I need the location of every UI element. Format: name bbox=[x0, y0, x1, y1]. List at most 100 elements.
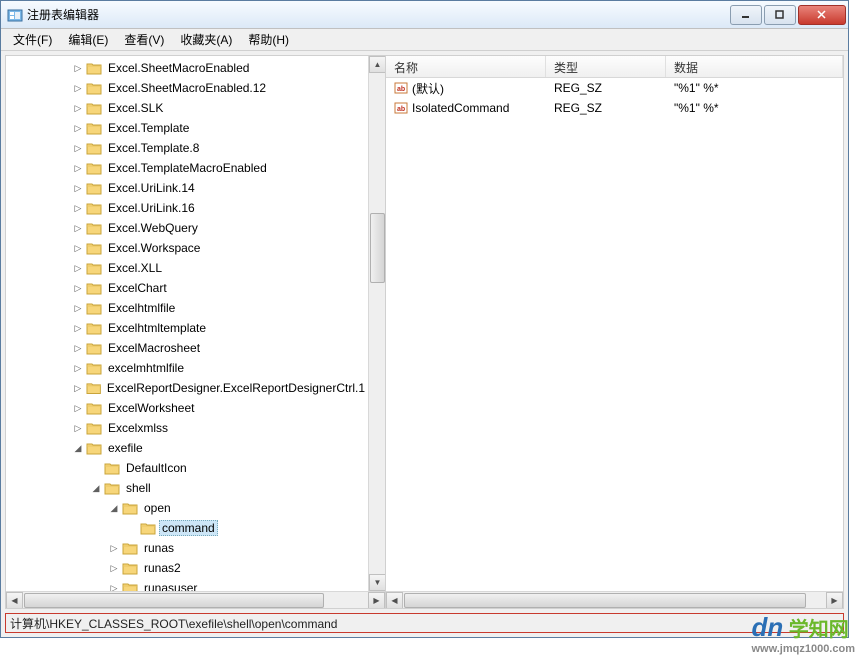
expander-icon[interactable]: ▷ bbox=[72, 302, 84, 314]
tree-item[interactable]: DefaultIcon bbox=[6, 458, 368, 478]
scroll-right-button[interactable]: ▶ bbox=[368, 592, 385, 609]
tree-item[interactable]: ▷runas bbox=[6, 538, 368, 558]
tree-item[interactable]: ▷ Excel.TemplateMacroEnabled bbox=[6, 158, 368, 178]
tree-item[interactable]: ▷Excel.UriLink.16 bbox=[6, 198, 368, 218]
tree-label: excelmhtmlfile bbox=[105, 360, 187, 376]
scroll-thumb-h[interactable] bbox=[24, 593, 324, 608]
tree-hscrollbar[interactable]: ◀ ▶ bbox=[6, 591, 385, 608]
expander-icon[interactable]: ▷ bbox=[72, 122, 84, 134]
tree-item[interactable]: ▷Excel.XLL bbox=[6, 258, 368, 278]
scroll-left-button[interactable]: ◀ bbox=[6, 592, 23, 609]
folder-icon bbox=[86, 441, 102, 455]
tree-item[interactable]: ▷Excelhtmlfile bbox=[6, 298, 368, 318]
tree-item[interactable]: ▷Excel.Template bbox=[6, 118, 368, 138]
col-type[interactable]: 类型 bbox=[546, 56, 666, 77]
status-path: 计算机\HKEY_CLASSES_ROOT\exefile\shell\open… bbox=[10, 615, 337, 632]
expander-icon[interactable]: ▷ bbox=[72, 242, 84, 254]
scroll-thumb-h[interactable] bbox=[404, 593, 806, 608]
expander-icon[interactable]: ◢ bbox=[72, 442, 84, 454]
scroll-up-button[interactable]: ▲ bbox=[369, 56, 385, 73]
expander-icon[interactable]: ▷ bbox=[108, 562, 120, 574]
expander-icon[interactable]: ▷ bbox=[72, 402, 84, 414]
scroll-track[interactable] bbox=[369, 73, 385, 574]
expander-icon[interactable]: ◢ bbox=[108, 502, 120, 514]
folder-icon bbox=[86, 221, 102, 235]
tree-item[interactable]: ▷ExcelReportDesigner.ExcelReportDesigner… bbox=[6, 378, 368, 398]
close-button[interactable] bbox=[798, 5, 846, 25]
scroll-track-h[interactable] bbox=[23, 592, 368, 609]
folder-icon bbox=[122, 541, 138, 555]
tree-item[interactable]: ▷ExcelChart bbox=[6, 278, 368, 298]
menu-favorites[interactable]: 收藏夹(A) bbox=[172, 29, 240, 50]
expander-icon[interactable]: ▷ bbox=[72, 62, 84, 74]
expander-icon[interactable]: ▷ bbox=[72, 362, 84, 374]
scroll-thumb[interactable] bbox=[370, 213, 385, 283]
expander-icon[interactable]: ▷ bbox=[72, 82, 84, 94]
tree-item[interactable]: ▷ runas2 bbox=[6, 558, 368, 578]
tree-item[interactable]: ▷Excel.SheetMacroEnabled bbox=[6, 58, 368, 78]
expander-icon[interactable]: ▷ bbox=[72, 102, 84, 114]
tree-item[interactable]: ▷ExcelWorksheet bbox=[6, 398, 368, 418]
tree-item[interactable]: ▷Excel.WebQuery bbox=[6, 218, 368, 238]
tree-item[interactable]: ◢shell bbox=[6, 478, 368, 498]
expander-icon[interactable]: ▷ bbox=[72, 282, 84, 294]
folder-icon bbox=[86, 361, 102, 375]
expander-icon[interactable]: ▷ bbox=[72, 322, 84, 334]
tree-label: runas2 bbox=[141, 560, 184, 576]
menu-help[interactable]: 帮助(H) bbox=[240, 29, 297, 50]
tree-label: Excel.TemplateMacroEnabled bbox=[105, 160, 270, 176]
expander-icon[interactable]: ◢ bbox=[90, 482, 102, 494]
maximize-button[interactable] bbox=[764, 5, 796, 25]
tree-item[interactable]: ▷runasuser bbox=[6, 578, 368, 591]
folder-icon bbox=[86, 401, 102, 415]
list-hscrollbar[interactable]: ◀ ▶ bbox=[386, 591, 843, 608]
list-row[interactable]: abIsolatedCommandREG_SZ"%1" %* bbox=[386, 98, 843, 118]
expander-icon[interactable]: ▷ bbox=[72, 202, 84, 214]
tree-label: DefaultIcon bbox=[123, 460, 190, 476]
tree-label: Excel.SLK bbox=[105, 100, 166, 116]
expander-icon[interactable] bbox=[90, 462, 102, 474]
scroll-right-button[interactable]: ▶ bbox=[826, 592, 843, 609]
watermark-url: www.jmqz1000.com bbox=[751, 643, 855, 655]
menu-view[interactable]: 查看(V) bbox=[116, 29, 172, 50]
expander-icon[interactable]: ▷ bbox=[72, 262, 84, 274]
scroll-left-button[interactable]: ◀ bbox=[386, 592, 403, 609]
list-row[interactable]: ab(默认)REG_SZ"%1" %* bbox=[386, 78, 843, 98]
expander-icon[interactable]: ▷ bbox=[72, 222, 84, 234]
expander-icon[interactable]: ▷ bbox=[108, 582, 120, 591]
tree-item[interactable]: ▷Excelxmlss bbox=[6, 418, 368, 438]
expander-icon[interactable]: ▷ bbox=[72, 382, 84, 394]
minimize-button[interactable] bbox=[730, 5, 762, 25]
col-data[interactable]: 数据 bbox=[666, 56, 843, 77]
expander-icon[interactable]: ▷ bbox=[72, 162, 84, 174]
tree-item[interactable]: ▷Excel.SheetMacroEnabled.12 bbox=[6, 78, 368, 98]
expander-icon[interactable]: ▷ bbox=[72, 422, 84, 434]
list-body[interactable]: ab(默认)REG_SZ"%1" %*abIsolatedCommandREG_… bbox=[386, 78, 843, 591]
tree-label: command bbox=[159, 520, 218, 536]
tree-item[interactable]: ▷Excel.Workspace bbox=[6, 238, 368, 258]
tree-item[interactable]: ◢open bbox=[6, 498, 368, 518]
tree-item[interactable]: ▷Excel.UriLink.14 bbox=[6, 178, 368, 198]
tree-item[interactable]: ▷ Excel.SLK bbox=[6, 98, 368, 118]
tree-item[interactable]: ◢exefile bbox=[6, 438, 368, 458]
expander-icon[interactable]: ▷ bbox=[72, 142, 84, 154]
menu-edit[interactable]: 编辑(E) bbox=[60, 29, 116, 50]
scroll-down-button[interactable]: ▼ bbox=[369, 574, 385, 591]
expander-icon[interactable]: ▷ bbox=[72, 182, 84, 194]
tree-view[interactable]: ▷Excel.SheetMacroEnabled▷Excel.SheetMacr… bbox=[6, 56, 368, 591]
window-controls bbox=[728, 5, 846, 25]
expander-icon[interactable] bbox=[126, 522, 138, 534]
menu-file[interactable]: 文件(F) bbox=[5, 29, 60, 50]
tree-item[interactable]: command bbox=[6, 518, 368, 538]
tree-vscrollbar[interactable]: ▲ ▼ bbox=[368, 56, 385, 591]
tree-item[interactable]: ▷ExcelMacrosheet bbox=[6, 338, 368, 358]
folder-icon bbox=[122, 581, 138, 591]
expander-icon[interactable]: ▷ bbox=[72, 342, 84, 354]
tree-item[interactable]: ▷ excelmhtmlfile bbox=[6, 358, 368, 378]
folder-icon bbox=[86, 81, 102, 95]
tree-item[interactable]: ▷Excelhtmltemplate bbox=[6, 318, 368, 338]
expander-icon[interactable]: ▷ bbox=[108, 542, 120, 554]
tree-item[interactable]: ▷Excel.Template.8 bbox=[6, 138, 368, 158]
scroll-track-h[interactable] bbox=[403, 592, 826, 609]
col-name[interactable]: 名称 bbox=[386, 56, 546, 77]
